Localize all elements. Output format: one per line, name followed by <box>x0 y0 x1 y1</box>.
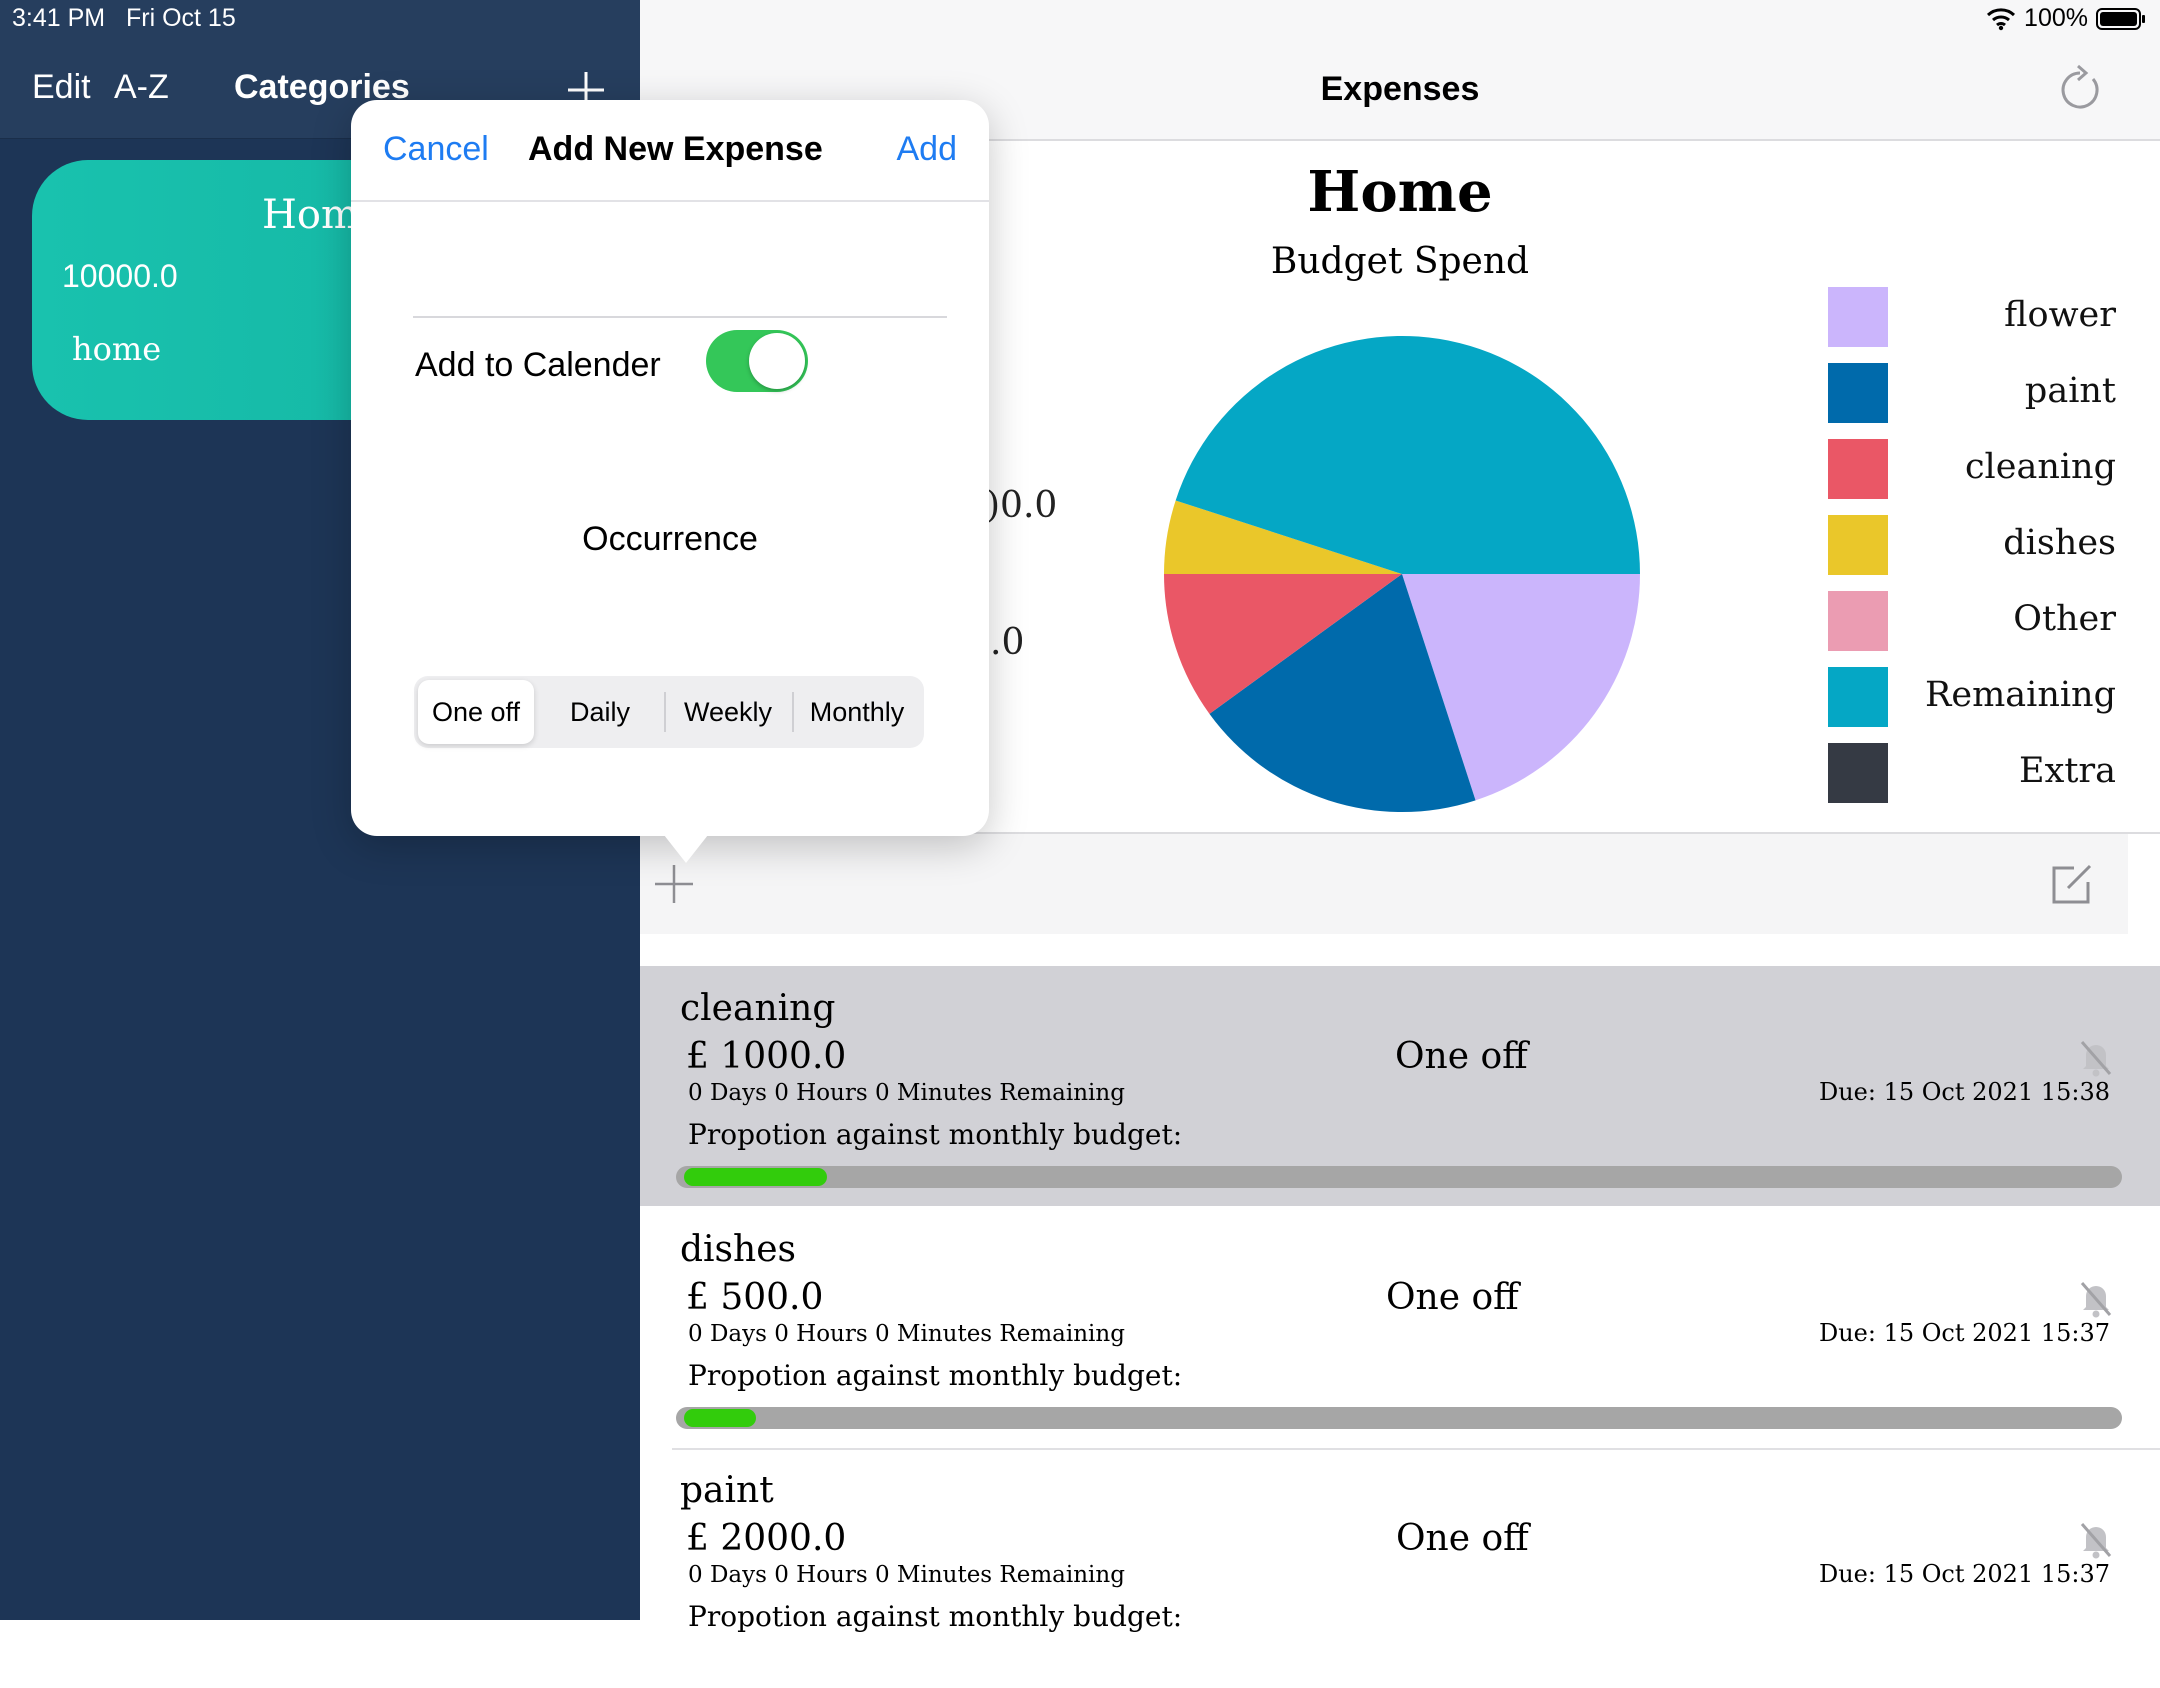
compose-icon[interactable] <box>2048 860 2096 908</box>
bell-muted-icon[interactable] <box>2078 1520 2114 1560</box>
proportion-bar-fill <box>684 1168 827 1186</box>
segment-monthly[interactable]: Monthly <box>794 680 920 744</box>
toggle-knob <box>749 333 805 389</box>
expense-name-field[interactable] <box>413 316 947 318</box>
expense-due-date: Due: 15 Oct 2021 15:37 <box>1818 1319 2110 1347</box>
expense-proportion-label: Propotion against monthly budget: <box>688 1118 1183 1151</box>
category-card-title: Hom <box>262 192 359 238</box>
proportion-bar-fill <box>684 1409 756 1427</box>
legend-item: Remaining <box>1828 667 2128 729</box>
expense-row[interactable]: cleaning £ 1000.0 0 Days 0 Hours 0 Minut… <box>640 966 2160 1206</box>
expense-name: dishes <box>680 1229 796 1270</box>
occurrence-segmented-control: One off Daily Weekly Monthly <box>414 676 924 748</box>
sort-az-button[interactable]: A-Z <box>114 68 169 107</box>
proportion-bar <box>676 1166 2122 1188</box>
popover-arrow <box>664 835 708 863</box>
calendar-label: Add to Calender <box>415 346 661 384</box>
legend-swatch <box>1828 515 1888 575</box>
legend-label: flower <box>2004 295 2116 335</box>
expense-proportion-label: Propotion against monthly budget: <box>688 1359 1183 1392</box>
legend-swatch <box>1828 743 1888 803</box>
expense-remaining: 0 Days 0 Hours 0 Minutes Remaining <box>688 1080 1125 1106</box>
legend-item: flower <box>1828 287 2128 349</box>
expense-due-date: Due: 15 Oct 2021 15:38 <box>1818 1078 2110 1106</box>
legend-swatch <box>1828 591 1888 651</box>
card-amount-partial: )0.0 <box>986 485 1058 526</box>
status-date: Fri Oct 15 <box>126 4 236 32</box>
segment-weekly[interactable]: Weekly <box>666 680 790 744</box>
legend-swatch <box>1828 667 1888 727</box>
segment-daily[interactable]: Daily <box>538 680 662 744</box>
expense-proportion-label: Propotion against monthly budget: <box>688 1600 1183 1633</box>
legend-item: paint <box>1828 363 2128 425</box>
refresh-icon[interactable] <box>2056 62 2104 114</box>
expense-row[interactable]: dishes £ 500.0 0 Days 0 Hours 0 Minutes … <box>640 1207 2160 1447</box>
legend-swatch <box>1828 287 1888 347</box>
legend-label: cleaning <box>1964 447 2116 487</box>
legend-label: dishes <box>2003 523 2116 563</box>
add-button[interactable]: Add <box>897 130 958 169</box>
card-value-partial: .0 <box>990 622 1025 663</box>
proportion-bar <box>676 1407 2122 1429</box>
expense-remaining: 0 Days 0 Hours 0 Minutes Remaining <box>688 1321 1125 1347</box>
cancel-button[interactable]: Cancel <box>383 130 489 169</box>
legend-label: Other <box>2013 599 2116 639</box>
wifi-icon <box>1987 7 2016 30</box>
category-card-subtitle: home <box>72 330 162 368</box>
expense-amount: £ 2000.0 <box>686 1518 847 1559</box>
legend-label: paint <box>2024 371 2116 411</box>
status-time: 3:41 PM <box>12 4 106 32</box>
expense-due-date: Due: 15 Oct 2021 15:37 <box>1818 1560 2110 1588</box>
battery-icon <box>2096 7 2145 30</box>
expense-amount: £ 1000.0 <box>686 1036 847 1077</box>
expense-row[interactable]: paint £ 2000.0 0 Days 0 Hours 0 Minutes … <box>640 1448 2160 1688</box>
status-right: 100% <box>1986 4 2146 33</box>
expense-occurrence: One off <box>1386 1277 1519 1318</box>
legend-label: Extra <box>2019 751 2116 791</box>
add-expense-icon[interactable] <box>652 862 696 906</box>
popover-title: Add New Expense <box>528 130 823 168</box>
legend-item: Extra <box>1828 743 2128 805</box>
pie-chart <box>1164 335 1640 812</box>
calendar-toggle[interactable] <box>706 330 808 392</box>
expense-occurrence: One off <box>1395 1036 1528 1077</box>
expense-occurrence: One off <box>1396 1518 1529 1559</box>
chart-toolbar <box>640 834 2128 934</box>
edit-button[interactable]: Edit <box>32 68 91 107</box>
legend-swatch <box>1828 363 1888 423</box>
legend-swatch <box>1828 439 1888 499</box>
expense-amount: £ 500.0 <box>686 1277 824 1318</box>
popover-header: Cancel Add New Expense Add <box>351 100 989 202</box>
add-expense-popover: Cancel Add New Expense Add Add to Calend… <box>351 100 989 863</box>
legend-item: Other <box>1828 591 2128 653</box>
battery-percent: 100% <box>2024 4 2088 32</box>
category-card-amount: 10000.0 <box>62 258 178 294</box>
bell-muted-icon[interactable] <box>2078 1279 2114 1319</box>
expense-name: paint <box>680 1470 774 1511</box>
legend-item: cleaning <box>1828 439 2128 501</box>
expense-name: cleaning <box>680 988 836 1029</box>
legend-label: Remaining <box>1925 675 2116 715</box>
bell-muted-icon[interactable] <box>2078 1038 2114 1078</box>
segment-one-off[interactable]: One off <box>418 680 534 744</box>
expense-remaining: 0 Days 0 Hours 0 Minutes Remaining <box>688 1562 1125 1588</box>
legend-item: dishes <box>1828 515 2128 577</box>
occurrence-label: Occurrence <box>582 520 758 558</box>
